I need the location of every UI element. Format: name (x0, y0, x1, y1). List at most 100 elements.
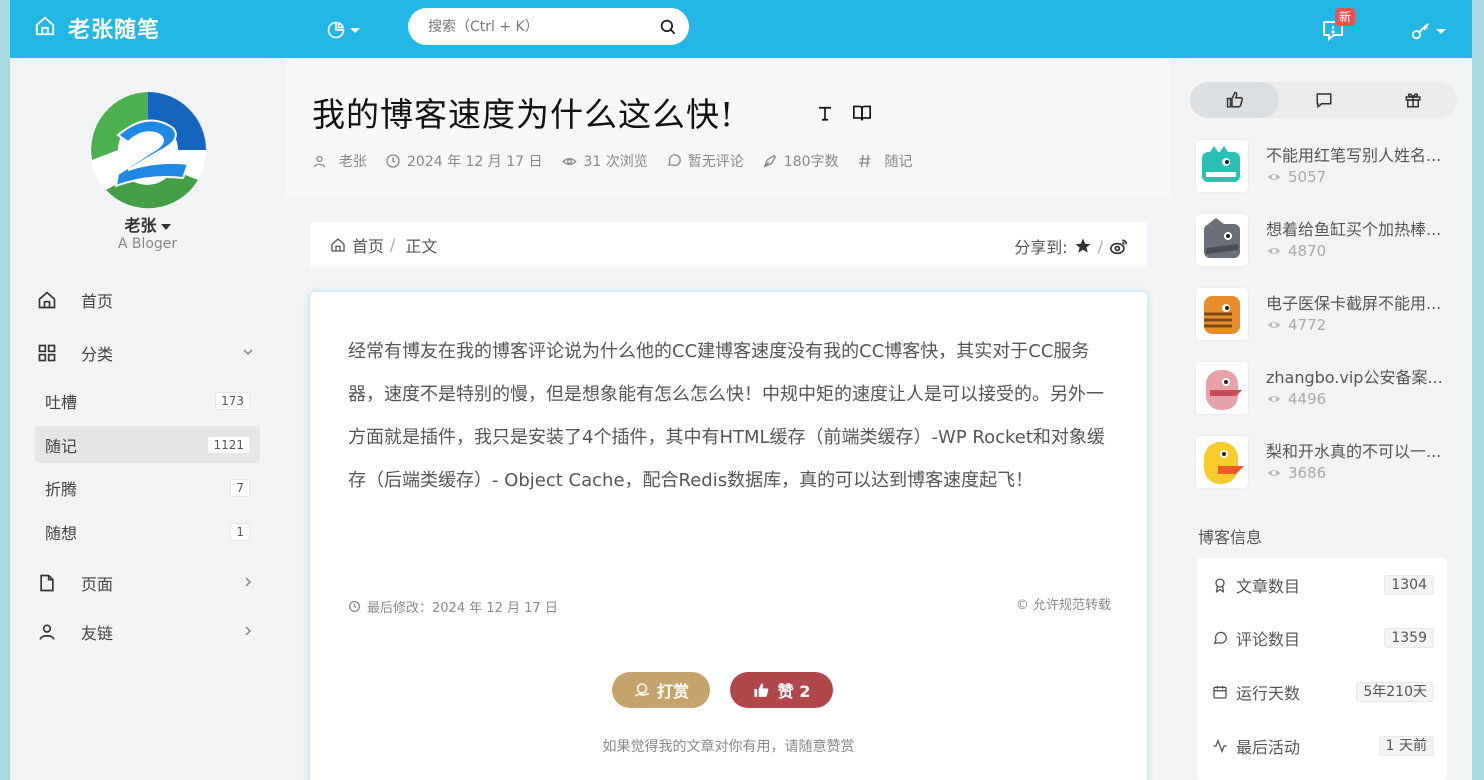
gift-icon (1405, 93, 1420, 108)
meta-words-text: 180字数 (783, 154, 839, 170)
info-value: 5年210天 (1356, 682, 1434, 702)
user-icon (39, 624, 55, 640)
nav-item-home[interactable]: 首页 (35, 280, 260, 320)
nav-item-pages[interactable]: 页面 (35, 563, 260, 603)
reward-label: 打赏 (656, 682, 689, 701)
like-label: 赞 2 (777, 682, 811, 701)
coin-hand-icon (634, 683, 649, 697)
like-button[interactable]: 赞 2 (730, 672, 833, 708)
nav-item-links[interactable]: 友链 (35, 612, 260, 652)
info-value: 1359 (1384, 628, 1434, 648)
breadcrumb-current: 正文 (405, 236, 438, 256)
main-content: 我的博客速度为什么这么快! 老张 2024 年 12 月 17 日 31 次浏览 (285, 58, 1171, 780)
category-count: 173 (215, 392, 250, 410)
reward-button[interactable]: 打赏 (612, 672, 710, 708)
right-sidebar: 不能用红笔写别人姓名... 5057 想着给鱼缸买个加热棒... 4870 电子… (1171, 58, 1472, 780)
hot-post-views: 3686 (1266, 464, 1326, 482)
qzone-star-icon[interactable] (1074, 237, 1092, 255)
category-item-zheteng[interactable]: 折腾 7 (35, 469, 260, 506)
font-size-icon[interactable] (816, 104, 834, 122)
chevron-right-icon (245, 577, 252, 587)
nav-item-categories[interactable]: 分类 (35, 333, 260, 373)
monster-avatar-icon (1204, 442, 1244, 484)
comment-icon (667, 154, 681, 167)
hot-post-views: 5057 (1266, 168, 1326, 186)
hot-post-thumbnail (1196, 436, 1248, 488)
post-header: 我的博客速度为什么这么快! 老张 2024 年 12 月 17 日 31 次浏览 (285, 58, 1171, 198)
meta-author: 老张 (312, 151, 367, 171)
weibo-icon[interactable] (1109, 237, 1129, 255)
award-icon (1215, 578, 1225, 593)
site-brand[interactable]: 老张随笔 (68, 12, 160, 44)
category-item-suiji[interactable]: 随记 1121 (35, 426, 260, 463)
nav-item-label: 友链 (81, 624, 114, 643)
hot-post-views: 4870 (1266, 242, 1326, 260)
search-input[interactable] (428, 17, 648, 37)
hot-post-item[interactable]: 不能用红笔写别人姓名... 5057 (1196, 140, 1461, 200)
reading-mode-icon[interactable] (852, 104, 872, 122)
category-label: 吐槽 (45, 392, 78, 412)
monster-avatar-icon (1204, 218, 1240, 258)
profile-name-text: 老张 (124, 216, 157, 235)
thumbs-up-icon (754, 682, 768, 697)
user-icon (313, 155, 326, 167)
chevron-down-icon (350, 27, 360, 33)
meta-category[interactable]: 随记 (857, 151, 913, 171)
chevron-right-icon (245, 626, 252, 636)
stats-dropdown-button[interactable] (326, 18, 366, 42)
search-icon[interactable] (659, 18, 677, 36)
hot-post-views-count: 4870 (1288, 242, 1327, 260)
info-row-comments: 评论数目 1359 (1212, 626, 1434, 650)
category-item-suixiang[interactable]: 随想 1 (35, 513, 260, 550)
tab-gifts[interactable] (1368, 82, 1457, 118)
eye-icon (1267, 174, 1281, 180)
profile-name[interactable]: 老张 (10, 212, 285, 236)
hot-post-item[interactable]: zhangbo.vip公安备案... 4496 (1196, 362, 1461, 422)
hot-post-title: 不能用红笔写别人姓名... (1266, 146, 1442, 165)
hot-post-title: 梨和开水真的不可以一... (1266, 442, 1442, 461)
hot-post-item[interactable]: 电子医保卡截屏不能用... 4772 (1196, 288, 1461, 348)
comment-icon (1316, 93, 1331, 109)
hot-post-views-count: 4772 (1288, 316, 1327, 334)
new-badge: 新 (1335, 8, 1356, 26)
last-modified-text: 最后修改：2024 年 12 月 17 日 (367, 601, 558, 616)
reward-hint: 如果觉得我的文章对你有用，请随意赞赏 (602, 739, 855, 755)
info-label: 最后活动 (1236, 738, 1301, 757)
post-body: 经常有博友在我的博客评论说为什么他的CC建博客速度没有我的CC博客快，其实对于C… (348, 341, 1105, 491)
nav-item-label: 页面 (81, 575, 114, 594)
info-value: 1304 (1384, 575, 1434, 595)
tab-comments[interactable] (1279, 82, 1368, 118)
hot-post-item[interactable]: 想着给鱼缸买个加热棒... 4870 (1196, 214, 1461, 274)
post-content-card: 经常有博友在我的博客评论说为什么他的CC建博客速度没有我的CC博客快，其实对于C… (310, 292, 1147, 780)
breadcrumb-home[interactable]: 首页 (352, 233, 384, 257)
eye-icon (1267, 322, 1281, 328)
nav-item-label: 首页 (81, 292, 114, 311)
info-label: 文章数目 (1236, 577, 1301, 596)
hashtag-icon (858, 154, 870, 168)
hot-post-views: 4772 (1266, 316, 1326, 334)
thumbs-up-icon (1226, 91, 1243, 108)
info-row-posts: 文章数目 1304 (1212, 573, 1434, 597)
left-sidebar: 老张 A Bloger 首页 分类 吐槽 173 随记 1121 折腾 7 随想… (10, 58, 285, 780)
category-item-tucao[interactable]: 吐槽 173 (35, 382, 260, 419)
hot-post-item[interactable]: 梨和开水真的不可以一... 3686 (1196, 436, 1461, 496)
grid-icon (38, 344, 56, 362)
meta-views-text: 31 次浏览 (583, 154, 648, 170)
hot-post-thumbnail (1196, 214, 1248, 266)
hot-post-thumbnail (1196, 288, 1248, 340)
calendar-icon (1213, 686, 1227, 699)
hot-post-views: 4496 (1266, 390, 1326, 408)
tab-hot-posts[interactable] (1190, 82, 1279, 118)
post-meta: 老张 2024 年 12 月 17 日 31 次浏览 暂无评论 180字数 随记 (312, 151, 931, 171)
breadcrumb-separator: / (390, 235, 396, 254)
home-icon[interactable] (34, 15, 56, 37)
login-dropdown-button[interactable] (1410, 20, 1450, 42)
meta-comments-text: 暂无评论 (687, 154, 744, 170)
meta-date: 2024 年 12 月 17 日 (385, 151, 543, 171)
avatar[interactable] (88, 90, 208, 210)
hot-post-title: zhangbo.vip公安备案... (1266, 368, 1443, 387)
hot-post-views-count: 3686 (1288, 464, 1327, 482)
info-row-uptime: 运行天数 5年210天 (1212, 680, 1434, 704)
category-count: 1121 (207, 436, 250, 454)
category-count: 1 (230, 523, 250, 541)
